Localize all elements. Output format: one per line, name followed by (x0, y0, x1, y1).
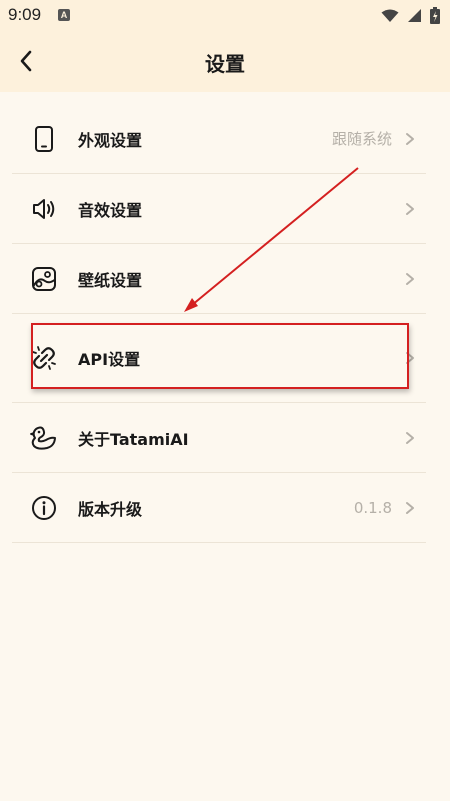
notification-icon: A (58, 9, 70, 21)
settings-item-label: 壁纸设置 (78, 270, 143, 290)
wallpaper-icon (30, 265, 58, 293)
status-bar: 9:09 A (0, 0, 450, 30)
settings-item-value: 0.1.8 (353, 498, 392, 517)
settings-item-sound[interactable]: 音效设置 (12, 174, 426, 244)
settings-item-version[interactable]: 版本升级 0.1.8 (12, 473, 426, 543)
settings-item-label: API设置 (78, 350, 141, 369)
settings-item-value: 跟随系统 (331, 130, 392, 148)
signal-icon (408, 9, 421, 22)
chevron-right-icon (404, 132, 416, 146)
phone-icon (30, 125, 58, 153)
app-header: 设置 (0, 30, 450, 92)
chevron-right-icon (404, 431, 416, 445)
chevron-right-icon (404, 501, 416, 515)
settings-item-label: 音效设置 (78, 200, 143, 220)
chevron-right-icon (404, 351, 416, 365)
speaker-icon (30, 195, 58, 223)
status-time: 9:09 (8, 5, 42, 24)
wifi-icon (381, 9, 399, 22)
duck-icon (30, 424, 58, 452)
status-icons (381, 7, 440, 24)
settings-item-appearance[interactable]: 外观设置 跟随系统 (12, 104, 426, 174)
settings-item-wallpaper[interactable]: 壁纸设置 (12, 244, 426, 314)
battery-icon (430, 7, 440, 24)
settings-list: 外观设置 跟随系统 音效设置 壁纸设置 API设置 关于TatamiAI 版本升… (12, 104, 426, 543)
settings-item-label: 外观设置 (78, 130, 143, 150)
page-title: 设置 (205, 52, 245, 76)
info-icon (30, 494, 58, 522)
chevron-right-icon (404, 272, 416, 286)
settings-item-label: 版本升级 (78, 499, 143, 519)
broken-link-icon (30, 344, 58, 372)
settings-item-api[interactable]: API设置 (12, 314, 426, 403)
settings-item-about[interactable]: 关于TatamiAI (12, 403, 426, 473)
settings-item-label: 关于TatamiAI (78, 429, 189, 449)
chevron-right-icon (404, 202, 416, 216)
